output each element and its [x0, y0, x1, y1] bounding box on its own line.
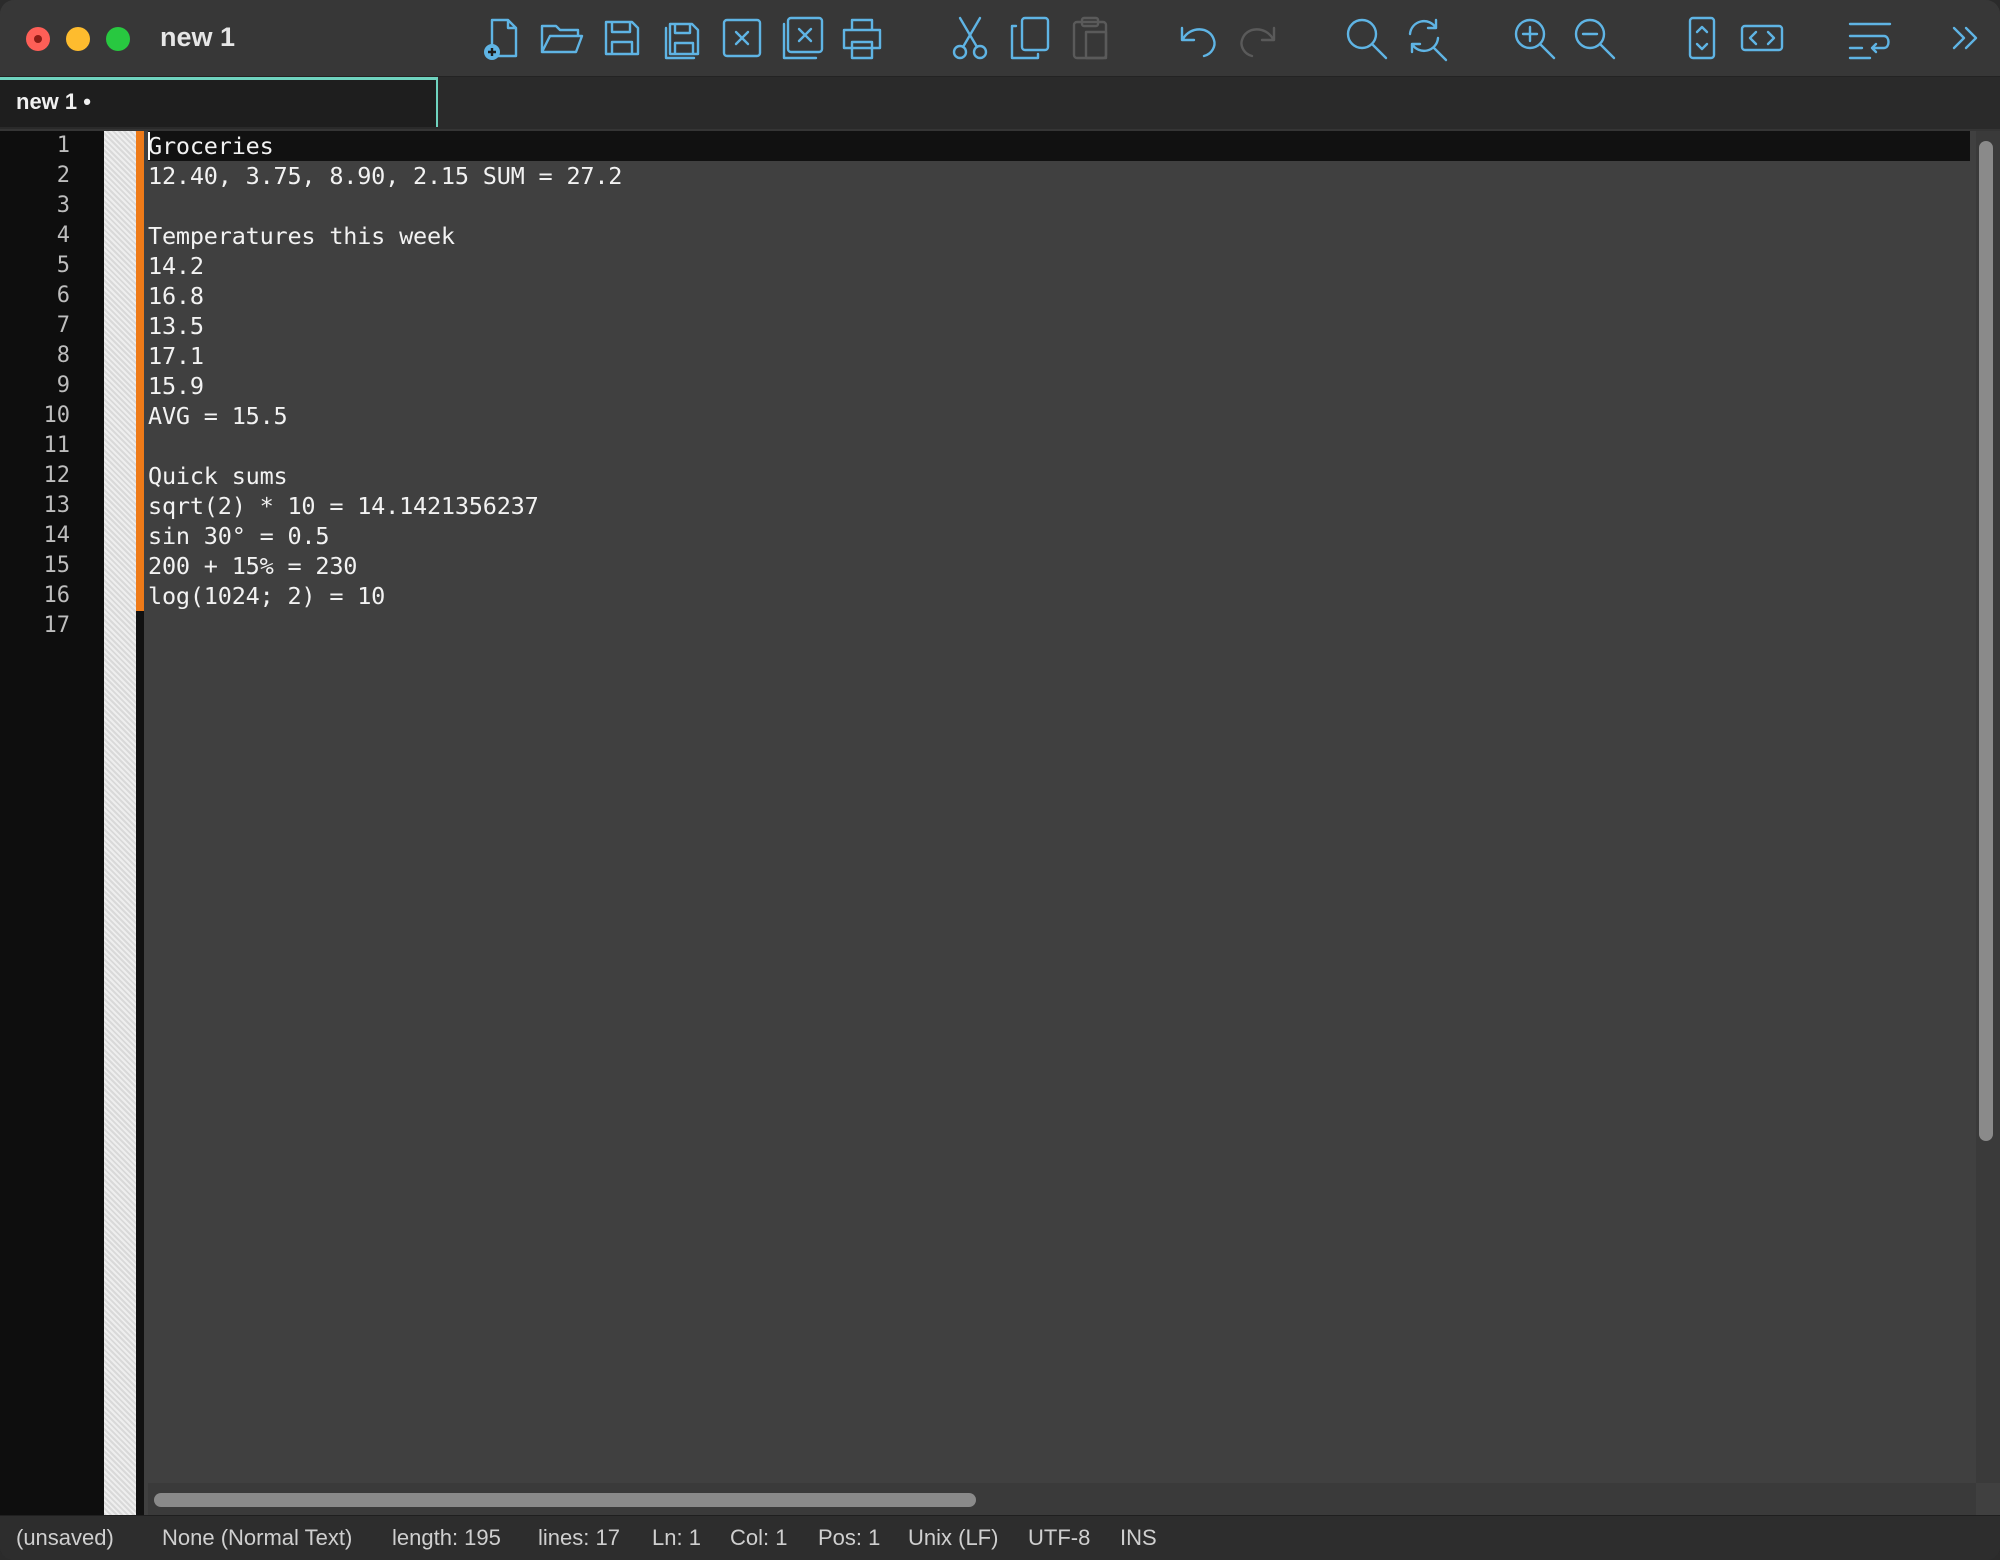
status-file-state: (unsaved)	[16, 1525, 114, 1550]
text-line[interactable]: 17.1	[148, 341, 1970, 371]
status-lines: lines: 17	[538, 1525, 620, 1550]
title-toolbar: new 1	[0, 0, 2000, 77]
zoom-in-icon[interactable]	[1510, 14, 1558, 62]
text-line[interactable]: 13.5	[148, 311, 1970, 341]
line-number: 15	[43, 553, 71, 578]
line-number: 16	[43, 583, 71, 608]
line-number: 1	[56, 133, 70, 158]
line-number-gutter: 1 2 3 4 5 6 7 8 9 10 11 12 13 14 15 16 1…	[0, 131, 104, 1515]
window-title: new 1	[160, 22, 236, 52]
line-number: 11	[43, 433, 71, 458]
fold-margin[interactable]	[104, 131, 136, 1515]
word-wrap-icon[interactable]	[1846, 14, 1894, 62]
text-line[interactable]: Groceries	[148, 131, 1970, 161]
copy-icon[interactable]	[1006, 14, 1054, 62]
redo-icon[interactable]	[1234, 14, 1282, 62]
status-position: Pos: 1	[818, 1525, 881, 1550]
minimize-window-button[interactable]	[66, 27, 90, 51]
tab-new-1[interactable]: new 1 •	[0, 77, 438, 127]
status-column: Col: 1	[730, 1525, 788, 1550]
close-file-icon[interactable]	[718, 14, 766, 62]
line-number: 10	[43, 403, 71, 428]
text-line[interactable]: 15.9	[148, 371, 1970, 401]
status-insert-mode[interactable]: INS	[1120, 1525, 1157, 1551]
text-line[interactable]: log(1024; 2) = 10	[148, 581, 1970, 611]
text-line[interactable]: 12.40, 3.75, 8.90, 2.15 SUM = 27.2	[148, 161, 1970, 191]
status-language[interactable]: None (Normal Text)	[162, 1525, 352, 1551]
close-window-button[interactable]	[26, 27, 50, 51]
text-content[interactable]: Groceries 12.40, 3.75, 8.90, 2.15 SUM = …	[148, 131, 1970, 1483]
save-icon[interactable]	[598, 14, 646, 62]
replace-icon[interactable]	[1402, 14, 1450, 62]
save-all-icon[interactable]	[658, 14, 706, 62]
tab-bar: new 1 •	[0, 77, 2000, 129]
text-line[interactable]	[148, 191, 1970, 221]
tab-label: new 1 •	[16, 89, 91, 114]
line-number: 2	[56, 163, 70, 188]
text-caret	[148, 132, 150, 160]
editor-area[interactable]: 1 2 3 4 5 6 7 8 9 10 11 12 13 14 15 16 1…	[0, 131, 2000, 1515]
text-line[interactable]: sin 30° = 0.5	[148, 521, 1970, 551]
close-all-icon[interactable]	[778, 14, 826, 62]
line-number: 17	[43, 613, 71, 638]
print-icon[interactable]	[838, 14, 886, 62]
maximize-window-button[interactable]	[106, 27, 130, 51]
text-line[interactable]: sqrt(2) * 10 = 14.1421356237	[148, 491, 1970, 521]
text-line[interactable]	[148, 611, 1970, 641]
more-icon[interactable]	[1944, 14, 1992, 62]
zoom-out-icon[interactable]	[1570, 14, 1618, 62]
status-line: Ln: 1	[652, 1525, 701, 1550]
line-number: 5	[56, 253, 70, 278]
code-view-icon[interactable]	[1738, 14, 1786, 62]
line-number: 7	[56, 313, 70, 338]
paste-icon[interactable]	[1066, 14, 1114, 62]
text-line[interactable]	[148, 431, 1970, 461]
new-file-icon[interactable]	[478, 14, 526, 62]
line-number: 8	[56, 343, 70, 368]
change-history-empty	[136, 611, 144, 1515]
sync-scroll-icon[interactable]	[1678, 14, 1726, 62]
status-length: length: 195	[392, 1525, 501, 1550]
text-line[interactable]: 200 + 15% = 230	[148, 551, 1970, 581]
cut-icon[interactable]	[946, 14, 994, 62]
status-encoding[interactable]: UTF-8	[1028, 1525, 1090, 1551]
horizontal-scrollbar-thumb[interactable]	[154, 1493, 976, 1507]
text-line[interactable]: Quick sums	[148, 461, 1970, 491]
line-number: 13	[43, 493, 71, 518]
text-line[interactable]: Temperatures this week	[148, 221, 1970, 251]
text-line[interactable]: 14.2	[148, 251, 1970, 281]
line-number: 6	[56, 283, 70, 308]
vertical-scrollbar-thumb[interactable]	[1979, 141, 1993, 1141]
line-number: 4	[56, 223, 70, 248]
status-line-ending[interactable]: Unix (LF)	[908, 1525, 998, 1551]
change-history-bar	[136, 131, 144, 611]
line-number: 9	[56, 373, 70, 398]
undo-icon[interactable]	[1174, 14, 1222, 62]
text-line[interactable]: AVG = 15.5	[148, 401, 1970, 431]
editor-window: new 1 new 1 • 1 2 3 4 5 6 7 8 9 10 11 12…	[0, 0, 2000, 1560]
line-number: 3	[56, 193, 70, 218]
line-number: 14	[43, 523, 71, 548]
status-bar: (unsaved) None (Normal Text) length: 195…	[0, 1515, 2000, 1560]
open-file-icon[interactable]	[538, 14, 586, 62]
text-line[interactable]: 16.8	[148, 281, 1970, 311]
line-number: 12	[43, 463, 71, 488]
find-icon[interactable]	[1342, 14, 1390, 62]
